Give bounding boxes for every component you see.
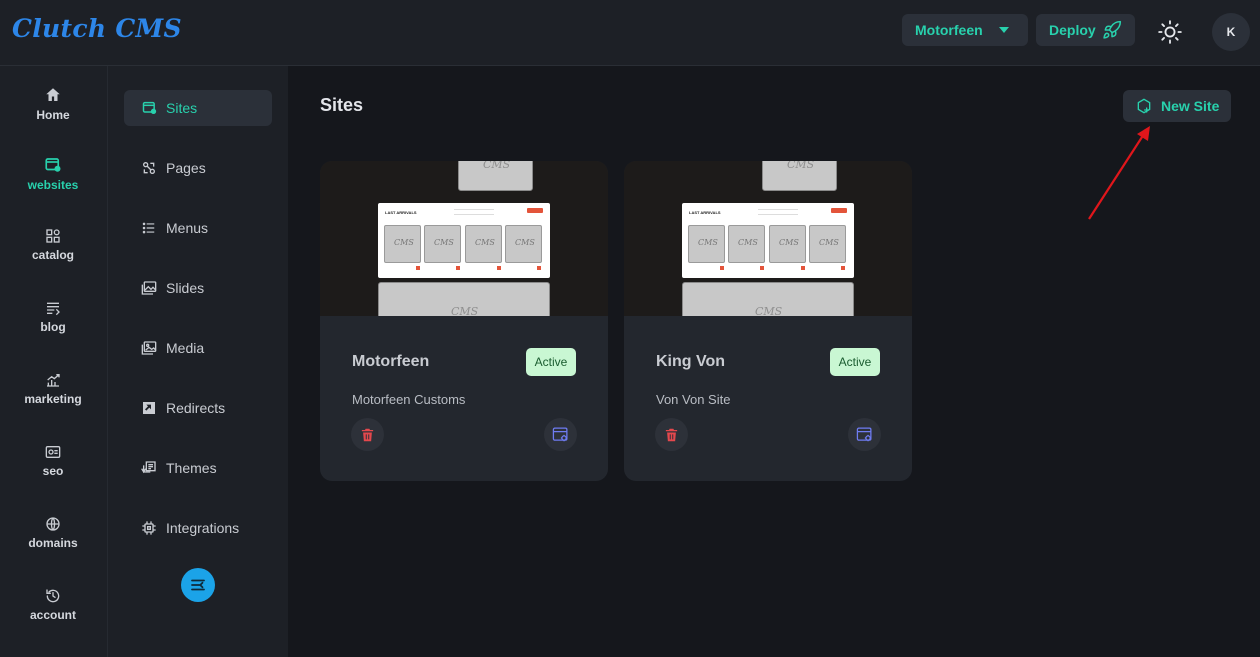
menu-collapse-icon bbox=[191, 579, 205, 591]
rail-item-label: Home bbox=[36, 108, 70, 122]
rail-item-label: domains bbox=[28, 536, 78, 550]
rail-item-label: blog bbox=[40, 320, 66, 334]
site-description: Von Von Site bbox=[656, 392, 731, 407]
deploy-button[interactable]: Deploy bbox=[1036, 14, 1135, 46]
site-name: Motorfeen bbox=[352, 353, 430, 370]
delete-site-button[interactable] bbox=[655, 418, 688, 451]
subnav-item-label: Slides bbox=[166, 280, 205, 296]
rail-item-seo[interactable]: seo bbox=[0, 442, 106, 498]
sites-icon bbox=[140, 99, 158, 117]
rail-item-label: marketing bbox=[24, 392, 82, 406]
subnav-item-label: Integrations bbox=[166, 520, 240, 536]
site-card[interactable]: CMS LAST ARRIVALS CMS CMS CMS CMS CMS Mo… bbox=[320, 161, 608, 481]
rail-item-domains[interactable]: domains bbox=[0, 514, 106, 570]
websites-icon bbox=[45, 158, 61, 172]
sun-icon bbox=[1158, 20, 1182, 44]
seo-icon bbox=[45, 446, 61, 458]
themes-icon bbox=[140, 459, 158, 477]
chevron-down-icon bbox=[999, 27, 1009, 33]
browser-settings-icon bbox=[552, 427, 568, 442]
menus-icon bbox=[140, 219, 158, 237]
site-preview-image: CMS LAST ARRIVALS CMS CMS CMS CMS CMS bbox=[320, 161, 608, 316]
status-badge: Active bbox=[830, 348, 880, 376]
brand-logo[interactable]: Clutch CMS bbox=[12, 14, 182, 43]
catalog-icon bbox=[46, 229, 60, 243]
rail-item-label: seo bbox=[42, 464, 64, 478]
trash-icon bbox=[361, 428, 374, 441]
slides-icon bbox=[140, 279, 158, 297]
rail-item-label: websites bbox=[27, 178, 79, 192]
subnav-item-label: Menus bbox=[166, 220, 209, 236]
new-site-button[interactable]: New Site bbox=[1123, 90, 1231, 122]
subnav-item-sites[interactable]: Sites bbox=[124, 90, 272, 126]
media-icon bbox=[140, 339, 158, 357]
subnav-item-media[interactable]: Media bbox=[124, 330, 272, 366]
site-selector-value: Motorfeen bbox=[915, 22, 983, 38]
delete-site-button[interactable] bbox=[351, 418, 384, 451]
subnav-item-label: Media bbox=[166, 340, 205, 356]
trash-icon bbox=[665, 428, 678, 441]
subnav-item-pages[interactable]: Pages bbox=[124, 150, 272, 186]
home-icon bbox=[46, 88, 60, 101]
rail-item-account[interactable]: account bbox=[0, 586, 106, 642]
rail-item-websites[interactable]: websites bbox=[0, 154, 106, 210]
subnav-item-label: Themes bbox=[166, 460, 217, 476]
theme-toggle-button[interactable] bbox=[1157, 19, 1183, 45]
site-description: Motorfeen Customs bbox=[352, 392, 466, 407]
integrations-icon bbox=[140, 519, 158, 537]
subnav-item-label: Sites bbox=[166, 100, 198, 116]
annotation-arrow bbox=[1088, 126, 1150, 220]
status-badge: Active bbox=[526, 348, 576, 376]
primary-nav-rail: Home websites catalog blog marketing seo… bbox=[0, 66, 108, 657]
site-name: King Von bbox=[656, 353, 726, 370]
site-preview-image: CMS LAST ARRIVALS CMS CMS CMS CMS CMS bbox=[624, 161, 912, 316]
rail-item-blog[interactable]: blog bbox=[0, 298, 106, 354]
subnav-item-redirects[interactable]: Redirects bbox=[124, 390, 272, 426]
subnav-item-themes[interactable]: Themes bbox=[124, 450, 272, 486]
rail-item-label: catalog bbox=[31, 248, 74, 262]
blog-icon bbox=[47, 302, 60, 316]
globe-icon bbox=[46, 517, 60, 531]
collapse-sidebar-button[interactable] bbox=[181, 568, 215, 602]
subnav-item-integrations[interactable]: Integrations bbox=[124, 510, 272, 546]
rail-item-catalog[interactable]: catalog bbox=[0, 226, 106, 282]
subnav-item-menus[interactable]: Menus bbox=[124, 210, 272, 246]
user-avatar[interactable]: K bbox=[1212, 13, 1250, 51]
site-selector[interactable]: Motorfeen bbox=[902, 14, 1028, 46]
site-card[interactable]: CMS LAST ARRIVALS CMS CMS CMS CMS CMS Ki… bbox=[624, 161, 912, 481]
new-site-label: New Site bbox=[1161, 98, 1220, 114]
rocket-icon bbox=[1103, 20, 1122, 39]
add-site-icon bbox=[1137, 98, 1151, 114]
page-title: Sites bbox=[320, 95, 364, 115]
rail-item-label: account bbox=[29, 608, 76, 622]
marketing-icon bbox=[47, 374, 60, 387]
rail-item-marketing[interactable]: marketing bbox=[0, 370, 106, 426]
subnav-item-label: Pages bbox=[166, 160, 206, 176]
pages-icon bbox=[140, 159, 158, 177]
history-icon bbox=[46, 589, 60, 603]
rail-item-home[interactable]: Home bbox=[0, 84, 106, 140]
subnav-item-slides[interactable]: Slides bbox=[124, 270, 272, 306]
browser-settings-icon bbox=[856, 427, 872, 442]
subnav-item-label: Redirects bbox=[166, 400, 226, 416]
top-header: Clutch CMS Motorfeen Deploy K bbox=[0, 0, 1260, 66]
deploy-label: Deploy bbox=[1049, 22, 1096, 38]
site-settings-button[interactable] bbox=[848, 418, 881, 451]
redirects-icon bbox=[140, 399, 158, 417]
site-settings-button[interactable] bbox=[544, 418, 577, 451]
secondary-sidebar: Sites Pages Menus Slides Media Redirects bbox=[108, 66, 288, 657]
